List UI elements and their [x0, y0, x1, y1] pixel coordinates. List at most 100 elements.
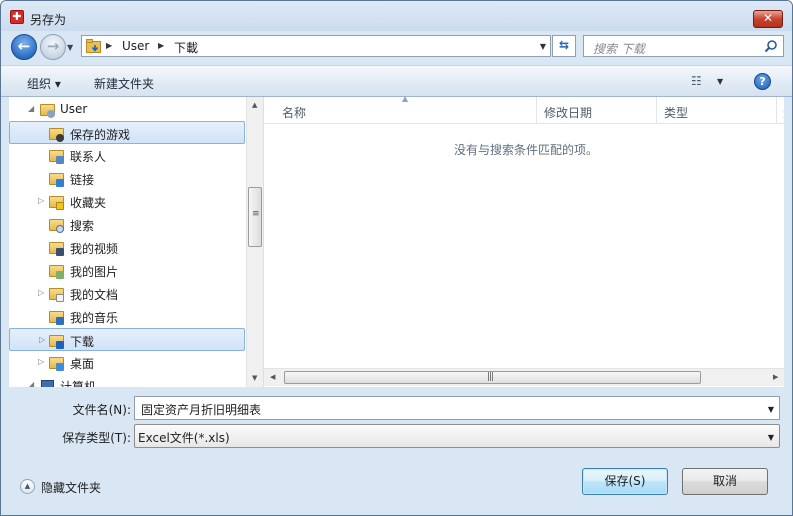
column-header-date-modified[interactable]: 修改日期: [537, 97, 657, 124]
app-icon: ✚: [10, 10, 24, 24]
expand-arrow-icon[interactable]: ▷: [38, 357, 44, 366]
search-icon[interactable]: [764, 39, 778, 53]
tree-label: 联系人: [70, 150, 107, 164]
forward-button[interactable]: →: [40, 34, 66, 60]
scroll-left-icon[interactable]: ◀: [270, 373, 275, 381]
filename-field[interactable]: 固定资产月折旧明细表: [141, 401, 261, 418]
view-dropdown-icon[interactable]: ▼: [717, 77, 723, 86]
tree-label: 下载: [70, 335, 95, 349]
chevron-down-icon: ▼: [67, 43, 74, 52]
expand-arrow-icon[interactable]: ▷: [38, 288, 44, 297]
column-header-type[interactable]: 类型: [657, 97, 777, 124]
help-icon[interactable]: ?: [754, 73, 771, 90]
breadcrumb-separator-icon[interactable]: ▶: [106, 41, 112, 50]
tree-label: 链接: [70, 173, 95, 187]
links-folder-icon: [49, 171, 64, 187]
tree-label: User: [60, 102, 88, 116]
chevron-down-icon[interactable]: ▼: [768, 405, 774, 414]
chevron-down-icon: ▼: [767, 433, 774, 442]
tree-label: 桌面: [70, 357, 95, 371]
save-as-dialog: ✚ 另存为 ✕ ← → ▼ ▶ User ▶ 下載 ▼ ⇆ 搜索 下载 组织 ▾…: [0, 0, 793, 516]
filetype-value: Excel文件(*.xls): [138, 431, 230, 445]
tree-label: 我的图片: [70, 265, 119, 279]
scroll-up-icon[interactable]: ▲: [252, 101, 257, 109]
address-bar[interactable]: ▶ User ▶ 下載 ▼: [81, 35, 551, 57]
column-header-name[interactable]: 名称 ▲: [264, 94, 537, 124]
scroll-down-icon[interactable]: ▼: [252, 374, 257, 382]
column-header-size[interactable]: 大: [777, 97, 784, 124]
tree-vertical-scrollbar[interactable]: ▲ ≡ ▼: [246, 97, 263, 387]
search-input[interactable]: 搜索 下载: [593, 40, 645, 57]
tree-item-contacts[interactable]: 联系人: [9, 144, 245, 167]
tree-label: 搜索: [70, 219, 95, 233]
expand-arrow-icon[interactable]: ▷: [38, 196, 44, 205]
navigation-tree: ◢ User 保存的游戏 联系人 链接 ▷ 收藏夹 搜索 我的视频 我的图片 ▷…: [9, 97, 264, 387]
collapse-arrow-icon[interactable]: ◢: [28, 104, 34, 113]
scroll-right-icon[interactable]: ▶: [773, 373, 778, 381]
filetype-select[interactable]: Excel文件(*.xls) ▼: [134, 424, 780, 448]
music-folder-icon: [49, 309, 64, 325]
contacts-folder-icon: [49, 148, 64, 164]
breadcrumb-user[interactable]: User: [122, 39, 149, 53]
tree-item-user[interactable]: ◢ User: [9, 98, 245, 121]
downloads-folder-icon: [49, 333, 64, 349]
back-button[interactable]: ←: [11, 34, 37, 60]
close-button[interactable]: ✕: [753, 10, 783, 28]
tree-label: 我的音乐: [70, 311, 119, 325]
tree-item-links[interactable]: 链接: [9, 167, 245, 190]
tree-item-my-pictures[interactable]: 我的图片: [9, 259, 245, 282]
title-bar[interactable]: ✚ 另存为 ✕: [1, 1, 792, 31]
close-icon: ✕: [762, 11, 774, 25]
tree-label: 保存的游戏: [70, 128, 131, 142]
tree-item-saved-games[interactable]: 保存的游戏: [9, 121, 245, 144]
save-button[interactable]: 保存(S): [582, 468, 668, 495]
computer-icon: [40, 378, 55, 387]
file-list-horizontal-scrollbar[interactable]: ◀ ||| ▶: [264, 368, 784, 386]
file-list[interactable]: 名称▲ 修改日期 类型 大 没有与搜索条件匹配的项。 ◀ ||| ▶: [264, 94, 784, 387]
chevron-up-icon: ▲: [20, 479, 35, 494]
collapse-arrow-icon[interactable]: ◢: [28, 380, 34, 387]
recent-locations-dropdown[interactable]: ▼: [67, 43, 77, 53]
refresh-icon: ⇆: [558, 38, 570, 52]
tree-label: 我的视频: [70, 242, 119, 256]
breadcrumb-separator-icon[interactable]: ▶: [158, 41, 164, 50]
refresh-button[interactable]: ⇆: [552, 35, 576, 57]
videos-folder-icon: [49, 240, 64, 256]
file-list-header: 名称▲ 修改日期 类型 大: [264, 94, 784, 124]
expand-arrow-icon[interactable]: ▷: [39, 335, 45, 344]
command-toolbar: 组织 ▾ 新建文件夹 ☷ ▼ ?: [1, 65, 792, 97]
filename-combobox[interactable]: 固定资产月折旧明细表 ▼: [134, 396, 780, 420]
tree-item-desktop[interactable]: ▷ 桌面: [9, 351, 245, 374]
sort-ascending-icon: ▲: [402, 94, 409, 103]
arrow-left-icon: ←: [17, 37, 31, 55]
tree-item-computer[interactable]: ◢ 计算机: [9, 374, 245, 387]
tree-label: 收藏夹: [70, 196, 107, 210]
scrollbar-thumb[interactable]: ≡: [248, 187, 262, 247]
organize-button[interactable]: 组织 ▾: [27, 75, 61, 92]
folder-icon: [86, 39, 101, 53]
pictures-folder-icon: [49, 263, 64, 279]
tree-item-favorites[interactable]: ▷ 收藏夹: [9, 190, 245, 213]
documents-folder-icon: [49, 286, 64, 302]
tree-item-my-documents[interactable]: ▷ 我的文档: [9, 282, 245, 305]
tree-item-downloads[interactable]: ▷ 下载: [9, 328, 245, 351]
hide-folders-label: 隐藏文件夹: [41, 481, 102, 495]
tree-label: 我的文档: [70, 288, 119, 302]
searches-folder-icon: [49, 217, 64, 233]
user-folder-icon: [40, 102, 55, 118]
scrollbar-thumb[interactable]: |||: [284, 371, 701, 384]
tree-item-my-videos[interactable]: 我的视频: [9, 236, 245, 259]
tree-label: 计算机: [60, 380, 97, 387]
new-folder-button[interactable]: 新建文件夹: [94, 75, 154, 92]
grip-icon: ≡: [252, 209, 260, 219]
favorites-folder-icon: [49, 194, 64, 210]
cancel-button[interactable]: 取消: [682, 468, 768, 495]
address-dropdown-icon[interactable]: ▼: [540, 42, 546, 51]
tree-item-searches[interactable]: 搜索: [9, 213, 245, 236]
view-options-icon[interactable]: ☷: [691, 75, 707, 89]
tree-item-my-music[interactable]: 我的音乐: [9, 305, 245, 328]
breadcrumb-downloads[interactable]: 下載: [174, 39, 198, 56]
window-title: 另存为: [30, 13, 67, 27]
navigation-bar: ← → ▼ ▶ User ▶ 下載 ▼ ⇆ 搜索 下载: [1, 31, 792, 65]
search-box[interactable]: 搜索 下载: [583, 35, 784, 57]
